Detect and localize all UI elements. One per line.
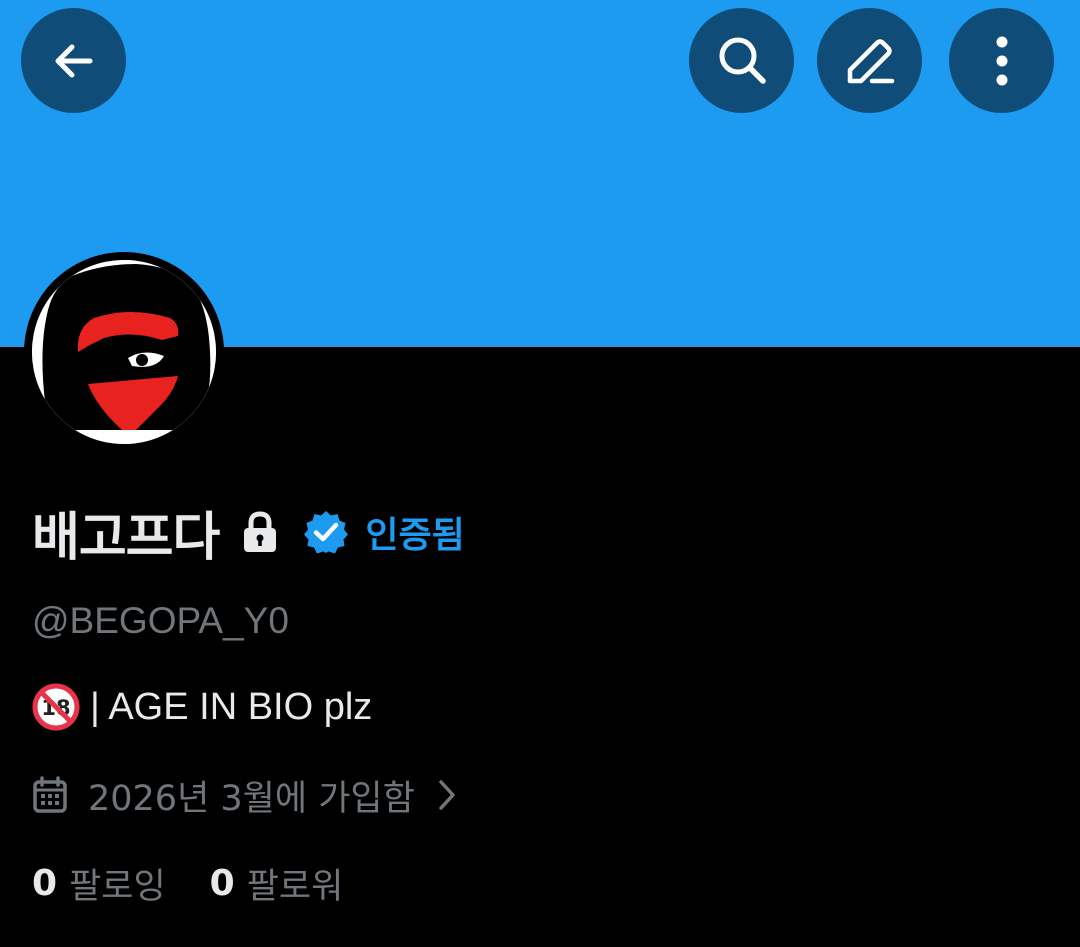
followers-label: 팔로워 (246, 866, 344, 907)
search-button[interactable] (689, 8, 794, 113)
chevron-right-icon (437, 779, 457, 811)
join-date-row[interactable]: 2026년 3월에 가입함 (32, 770, 457, 820)
following-count: 0 (32, 862, 58, 904)
following-link[interactable]: 0 팔로잉 (32, 858, 166, 909)
back-button[interactable] (21, 8, 126, 113)
verified-label[interactable]: 인증됨 (365, 506, 464, 558)
followers-link[interactable]: 0 팔로워 (210, 858, 344, 909)
following-label: 팔로잉 (69, 866, 166, 907)
avatar-image (32, 260, 216, 444)
profile-handle: @BEGOPA_Y0 (32, 600, 289, 641)
profile-name-row: 배고프다 인증됨 (32, 494, 465, 570)
profile-avatar[interactable] (24, 252, 224, 452)
profile-screen: 배고프다 인증됨 @BEGOPA_Y0 18 | AGE I (0, 0, 1080, 947)
display-name: 배고프다 (32, 507, 220, 568)
follow-stats: 0 팔로잉 0 팔로워 (32, 858, 343, 908)
calendar-icon (32, 776, 68, 814)
join-date-text: 2026년 3월에 가입함 (88, 778, 415, 819)
more-vertical-icon (996, 36, 1007, 85)
pencil-icon (847, 38, 894, 83)
verified-badge-icon[interactable] (303, 509, 349, 555)
edit-profile-button[interactable] (817, 8, 922, 113)
no-under-18-icon: 18 (32, 683, 80, 731)
more-options-button[interactable] (949, 8, 1054, 113)
followers-count: 0 (209, 862, 235, 904)
bio-text: | AGE IN BIO plz (90, 685, 373, 728)
lock-icon (241, 510, 279, 554)
search-icon (719, 37, 766, 84)
arrow-left-icon (55, 44, 92, 77)
profile-bio: 18 | AGE IN BIO plz (32, 682, 372, 732)
